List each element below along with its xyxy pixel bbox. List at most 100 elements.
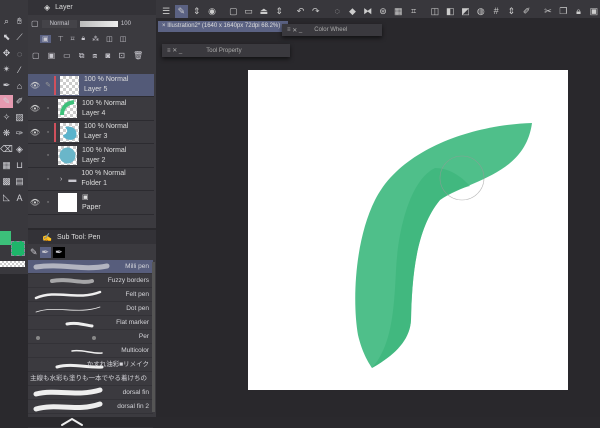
layer-icon[interactable]: ◫	[429, 5, 441, 18]
lock-toggle[interactable]: ▫	[42, 176, 54, 183]
lock-toggle[interactable]: ▫	[42, 129, 54, 136]
ruler-icon[interactable]: ◩	[459, 5, 471, 18]
visibility-toggle[interactable]: 👁︎	[28, 104, 42, 113]
pen-edit-icon[interactable]: ✎	[42, 81, 54, 89]
lock-toggle[interactable]: ▫	[42, 105, 54, 112]
hand-icon[interactable]: ✋︎	[13, 15, 26, 28]
copy-icon[interactable]: ❐	[557, 5, 569, 18]
fill-icon[interactable]: ◆	[346, 5, 358, 18]
lock-transparency-icon[interactable]: ⁂	[92, 35, 99, 43]
open-folder-icon[interactable]: ▭	[242, 5, 254, 18]
lock-toggle[interactable]: ▫	[42, 152, 54, 159]
spin-icon[interactable]: ⇕	[505, 5, 517, 18]
brush-item[interactable]: dorsal fin 2	[28, 400, 153, 414]
brush-item[interactable]: Multicolor	[28, 344, 153, 358]
brush-item[interactable]: 主線も水彩も塗りも一本でやる着けちの	[28, 372, 153, 386]
undo-icon[interactable]: ↶	[294, 5, 306, 18]
color-mode-icon[interactable]: ▢	[31, 19, 39, 28]
visibility-toggle[interactable]: 👁︎	[28, 128, 42, 137]
brush-item[interactable]: Fuzzy borders	[28, 274, 153, 288]
layer-row[interactable]: 👁︎ ▫ 100 % Normal Layer 4	[28, 98, 154, 121]
decoration-icon[interactable]: ❋	[0, 127, 13, 140]
gradient-icon[interactable]: ▨	[13, 111, 26, 124]
layer-row[interactable]: ▫ 100 % Normal Layer 2	[28, 145, 154, 168]
blend-icon[interactable]: ✑	[13, 127, 26, 140]
brush-icon[interactable]: ✐	[13, 95, 26, 108]
lock-icon[interactable]: 🔒︎	[81, 35, 85, 43]
brush-item[interactable]: Felt pen	[28, 288, 153, 302]
edit-tool-icon[interactable]: ✎	[175, 4, 188, 18]
fill-icon[interactable]: ◈	[13, 143, 26, 156]
cut-icon[interactable]: ✂	[542, 5, 554, 18]
select-all-icon[interactable]: ▦	[392, 5, 404, 18]
pen-icon[interactable]: ✐	[521, 5, 533, 18]
mask-icon[interactable]: ◧	[444, 5, 456, 18]
save-icon[interactable]: ⏏	[258, 5, 270, 18]
document-tab[interactable]: × Illustration2* (1640 x 1640px 72dpi 68…	[158, 21, 288, 32]
layer-row[interactable]: 👁︎ ▫ 100 % Normal Layer 3	[28, 121, 154, 144]
visibility-toggle[interactable]: 👁︎	[28, 198, 42, 207]
pen-icon[interactable]: ✒	[0, 79, 13, 92]
new-folder-icon[interactable]: ▭	[63, 51, 71, 60]
spin-icon[interactable]: ⇕	[273, 5, 285, 18]
brush-item[interactable]: Milli pen	[28, 260, 153, 274]
clear-icon[interactable]: ▣	[588, 5, 600, 18]
visibility-toggle[interactable]: 👁︎	[28, 81, 42, 90]
brush-item[interactable]	[28, 414, 153, 428]
frame-icon[interactable]: ▦	[0, 159, 13, 172]
magic-wand-icon[interactable]: ✴	[0, 63, 13, 76]
canvas-paper[interactable]	[248, 70, 568, 390]
close-icon[interactable]: ✕	[172, 47, 177, 54]
gradient-fill-icon[interactable]: ▩	[0, 175, 13, 188]
minimize-icon[interactable]: _	[179, 48, 182, 54]
pen-tab-icon[interactable]: ✎	[30, 247, 38, 258]
layer-row[interactable]: 👁︎ ✎ 100 % Normal Layer 5	[28, 74, 154, 97]
menu-icon[interactable]: ≡	[167, 48, 171, 54]
close-icon[interactable]: ✕	[292, 27, 297, 34]
ruler-icon[interactable]: ◺	[0, 191, 13, 204]
spin-icon[interactable]: ⇕	[191, 5, 203, 18]
house-icon[interactable]: ⌂	[13, 79, 26, 92]
brush-item[interactable]: dorsal fin	[28, 386, 153, 400]
lock-icon[interactable]: 🔒︎	[572, 5, 584, 18]
ink-tab-icon[interactable]: ✒	[53, 246, 65, 258]
clip-icon[interactable]: ⊤	[58, 35, 64, 43]
sub-color-swatch[interactable]	[11, 241, 25, 256]
new-raster-layer-icon[interactable]: ▢	[32, 51, 40, 60]
grid-icon[interactable]: #	[490, 5, 502, 18]
merge-icon[interactable]: ⧈	[92, 51, 97, 61]
new-file-icon[interactable]: ▢	[227, 5, 239, 18]
layer-row[interactable]: ▫ › ▬ 100 % Normal Folder 1	[28, 168, 154, 191]
opacity-slider[interactable]	[79, 20, 118, 27]
minimize-icon[interactable]: _	[299, 27, 302, 33]
main-color-swatch[interactable]	[0, 231, 11, 245]
balloon-icon[interactable]: ▤	[13, 175, 26, 188]
text-icon[interactable]: A	[13, 191, 26, 204]
crop-icon[interactable]: ⌗	[407, 5, 419, 18]
brush-item[interactable]: かすれ油彩■リメイク	[28, 358, 153, 372]
new-vector-layer-icon[interactable]: ▣	[48, 51, 56, 60]
lasso-icon[interactable]: ◌	[13, 47, 26, 60]
opacity-value[interactable]: 100	[121, 21, 131, 27]
lock-toggle[interactable]: ▫	[42, 199, 54, 206]
transfer-down-icon[interactable]: ⧉	[79, 51, 85, 61]
reference-icon[interactable]: ▣	[40, 35, 51, 43]
blend-mode-select[interactable]: Normal	[41, 19, 77, 28]
deselect-icon[interactable]: ◌	[331, 5, 343, 18]
tab-close-icon[interactable]: ×	[162, 23, 166, 29]
airbrush-icon[interactable]: ✧	[0, 111, 13, 124]
eyedropper-icon[interactable]: ⁄	[13, 63, 26, 76]
ruler-icon[interactable]: ◫	[120, 35, 127, 43]
menu-icon[interactable]: ≡	[287, 27, 291, 33]
layer-row[interactable]: 👁︎ ▫ ▣ Paper	[28, 192, 154, 215]
shape-icon[interactable]: ⊔	[13, 159, 26, 172]
brush-item[interactable]: Flat marker	[28, 316, 153, 330]
flip-icon[interactable]: ⧓	[362, 5, 374, 18]
color-icon[interactable]: ◍	[475, 5, 487, 18]
move-icon[interactable]: ✥	[0, 47, 13, 60]
mask-icon[interactable]: ◫	[106, 35, 113, 43]
transparent-color-swatch[interactable]	[0, 261, 25, 267]
eraser-icon[interactable]: ⌫	[0, 143, 13, 156]
scrollbar[interactable]	[152, 262, 155, 412]
brush-item[interactable]: Per	[28, 330, 153, 344]
